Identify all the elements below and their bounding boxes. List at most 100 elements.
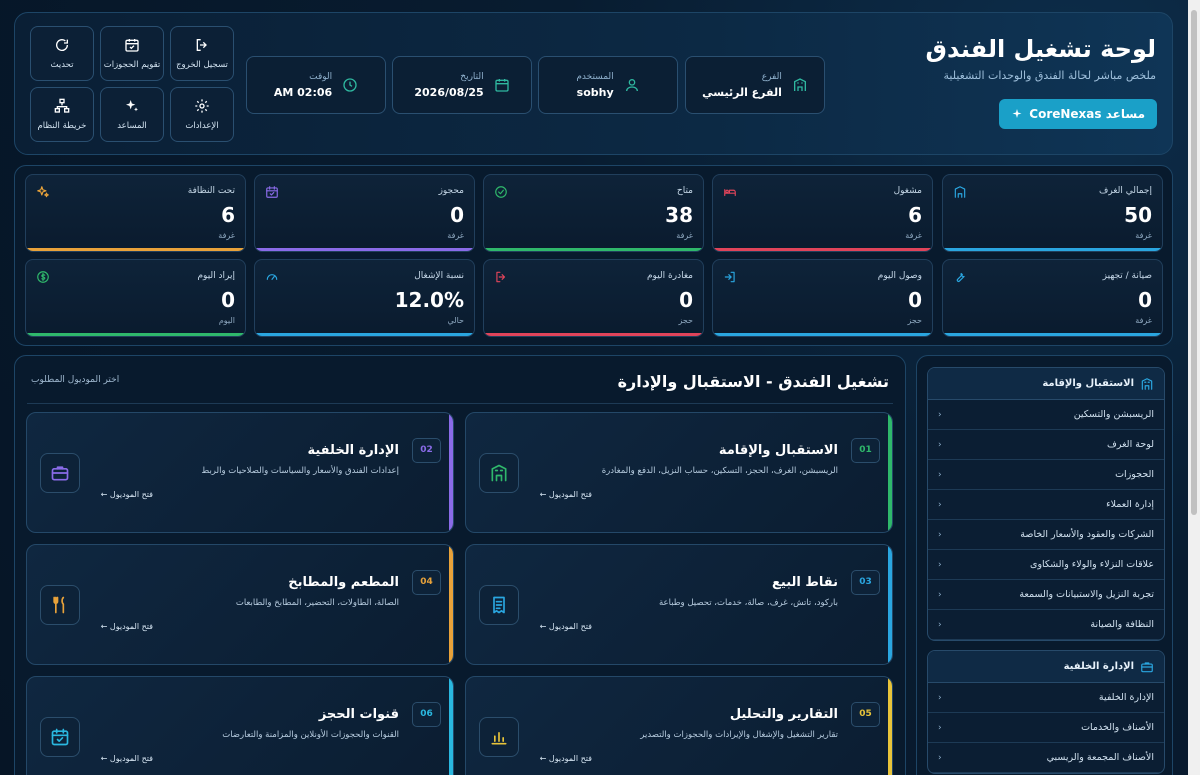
stat-value: 38 bbox=[665, 203, 693, 227]
stat-icon bbox=[723, 184, 737, 198]
module-card[interactable]: 05 التقارير والتحليل تقارير التشغيل والإشغ… bbox=[465, 676, 893, 775]
info-user: المستخدم sobhy bbox=[538, 56, 678, 114]
date-value: 2026/08/25 bbox=[414, 85, 484, 99]
stat-value: 0 bbox=[908, 288, 922, 312]
open-module-link[interactable]: فتح الموديول ← bbox=[540, 622, 592, 631]
side-nav-item[interactable]: لوحة الغرف ‹ bbox=[928, 430, 1164, 460]
side-nav-item-label: لوحة الغرف bbox=[1107, 439, 1154, 450]
stat-value: 12.0% bbox=[394, 288, 464, 312]
assistant-quick-button[interactable]: المساعد bbox=[100, 87, 164, 142]
module-description: تقارير التشغيل والإشغال والإيرادات والحج… bbox=[640, 730, 838, 740]
module-card[interactable]: 03 نقاط البيع باركود، تاتش، غرف، صالة، خدم… bbox=[465, 544, 893, 665]
stat-unit: حجز bbox=[907, 316, 922, 325]
chevron-icon: ‹ bbox=[938, 589, 942, 600]
stat-icon bbox=[953, 269, 967, 283]
module-icon-box bbox=[40, 585, 80, 625]
open-module-link[interactable]: فتح الموديول ← bbox=[540, 490, 592, 499]
open-module-link[interactable]: فتح الموديول ← bbox=[101, 622, 153, 631]
module-icon-box bbox=[479, 717, 519, 757]
logout-button[interactable]: تسجيل الخروج bbox=[170, 26, 234, 81]
system-map-button[interactable]: خريطة النظام bbox=[30, 87, 94, 142]
module-icon-box bbox=[479, 585, 519, 625]
open-module-link[interactable]: فتح الموديول ← bbox=[101, 490, 153, 499]
stats-panel: إجمالي الغرف 50 غرفة مشغول 6 غرفة متاح 38 غرفة مح… bbox=[14, 165, 1173, 346]
scrollbar[interactable] bbox=[1188, 0, 1200, 775]
module-accent bbox=[449, 545, 453, 664]
open-module-link[interactable]: فتح الموديول ← bbox=[540, 754, 592, 763]
hotel-icon bbox=[491, 464, 507, 482]
utensils-icon bbox=[53, 596, 65, 614]
bed-icon bbox=[724, 189, 736, 197]
stat-card: مغادرة اليوم 0 حجز bbox=[483, 259, 704, 337]
chevron-icon: ‹ bbox=[938, 529, 942, 540]
page-title: لوحة تشغيل الفندق bbox=[925, 35, 1156, 63]
stat-accent-bar bbox=[255, 333, 474, 336]
side-group: الاستقبال والإقامة الريسبشن والتسكين ‹ لوحة… bbox=[927, 367, 1165, 641]
side-nav-item[interactable]: الأصناف المجمعة والريسبي ‹ bbox=[928, 743, 1164, 773]
side-nav-item[interactable]: النظافة والصيانة ‹ bbox=[928, 610, 1164, 640]
module-description: الريسبشن، الغرف، الحجز، التسكين، حساب ال… bbox=[601, 466, 838, 476]
chevron-icon: ‹ bbox=[938, 619, 942, 630]
stat-icon bbox=[723, 269, 737, 283]
scrollbar-thumb[interactable] bbox=[1191, 10, 1197, 515]
stat-value: 6 bbox=[908, 203, 922, 227]
calendar-check-icon bbox=[266, 186, 278, 198]
module-description: إعدادات الفندق والأسعار والسياسات والصلا… bbox=[201, 466, 399, 476]
side-nav-item[interactable]: الريسبشن والتسكين ‹ bbox=[928, 400, 1164, 430]
side-group-header[interactable]: الإدارة الخلفية bbox=[928, 651, 1164, 683]
side-group-header[interactable]: الاستقبال والإقامة bbox=[928, 368, 1164, 400]
side-nav-item[interactable]: تجربة النزيل والاستبيانات والسمعة ‹ bbox=[928, 580, 1164, 610]
refresh-button[interactable]: تحديث bbox=[30, 26, 94, 81]
stat-card: إجمالي الغرف 50 غرفة bbox=[942, 174, 1163, 252]
stat-label: إيراد اليوم bbox=[197, 271, 235, 281]
assistant-button[interactable]: مساعد CoreNexas bbox=[999, 99, 1157, 129]
chart-icon bbox=[491, 732, 507, 745]
module-accent bbox=[449, 413, 453, 532]
module-number: 05 bbox=[851, 702, 880, 727]
stat-label: تحت النظافة bbox=[187, 186, 235, 196]
module-number: 03 bbox=[851, 570, 880, 595]
stat-accent-bar bbox=[255, 248, 474, 251]
side-group-title: الاستقبال والإقامة bbox=[1042, 378, 1134, 389]
module-card[interactable]: 04 المطعم والمطابخ الصالة، الطاولات، التحض… bbox=[26, 544, 454, 665]
logout-button-label: تسجيل الخروج bbox=[176, 60, 228, 70]
side-nav-item[interactable]: إدارة العملاء ‹ bbox=[928, 490, 1164, 520]
side-nav-item[interactable]: الشركات والعقود والأسعار الخاصة ‹ bbox=[928, 520, 1164, 550]
date-label: التاريخ bbox=[460, 71, 484, 82]
module-card[interactable]: 01 الاستقبال والإقامة الريسبشن، الغرف، الح… bbox=[465, 412, 893, 533]
calendar-button[interactable]: تقويم الحجوزات bbox=[100, 26, 164, 81]
side-nav-item-label: إدارة العملاء bbox=[1106, 499, 1154, 510]
logout-icon bbox=[196, 39, 207, 51]
side-nav-item[interactable]: الإدارة الخلفية ‹ bbox=[928, 683, 1164, 713]
stat-label: مغادرة اليوم bbox=[646, 271, 693, 281]
side-nav-item[interactable]: الحجوزات ‹ bbox=[928, 460, 1164, 490]
chevron-icon: ‹ bbox=[938, 439, 942, 450]
module-card[interactable]: 02 الإدارة الخلفية إعدادات الفندق والأسعار… bbox=[26, 412, 454, 533]
settings-button[interactable]: الإعدادات bbox=[170, 87, 234, 142]
module-accent bbox=[888, 677, 892, 775]
check-circle-icon bbox=[495, 186, 507, 198]
side-nav-item-label: الأصناف المجمعة والريسبي bbox=[1046, 752, 1154, 763]
module-icon-box bbox=[40, 453, 80, 493]
module-number: 01 bbox=[851, 438, 880, 463]
side-nav-item[interactable]: الأصناف والخدمات ‹ bbox=[928, 713, 1164, 743]
module-title: الإدارة الخلفية bbox=[307, 443, 399, 458]
info-time: الوقت AM 02:06 bbox=[246, 56, 386, 114]
gauge-icon bbox=[266, 274, 278, 280]
stat-accent-bar bbox=[713, 248, 932, 251]
user-label: المستخدم bbox=[576, 71, 614, 82]
open-module-link[interactable]: فتح الموديول ← bbox=[101, 754, 153, 763]
chevron-icon: ‹ bbox=[938, 752, 942, 763]
chevron-icon: ‹ bbox=[938, 559, 942, 570]
chevron-icon: ‹ bbox=[938, 469, 942, 480]
time-label: الوقت bbox=[309, 71, 333, 82]
module-title: نقاط البيع bbox=[772, 575, 838, 590]
modules-panel: تشغيل الفندق - الاستقبال والإدارة اختر ا… bbox=[14, 355, 906, 775]
side-nav-item-label: الأصناف والخدمات bbox=[1081, 722, 1154, 733]
side-nav-item[interactable]: علاقات النزلاء والولاء والشكاوى ‹ bbox=[928, 550, 1164, 580]
receipt-icon bbox=[493, 596, 505, 614]
building-icon bbox=[954, 186, 966, 198]
stat-icon bbox=[494, 269, 508, 283]
user-value: sobhy bbox=[576, 85, 614, 99]
module-card[interactable]: 06 قنوات الحجز القنوات والحجوزات الأونلاين… bbox=[26, 676, 454, 775]
